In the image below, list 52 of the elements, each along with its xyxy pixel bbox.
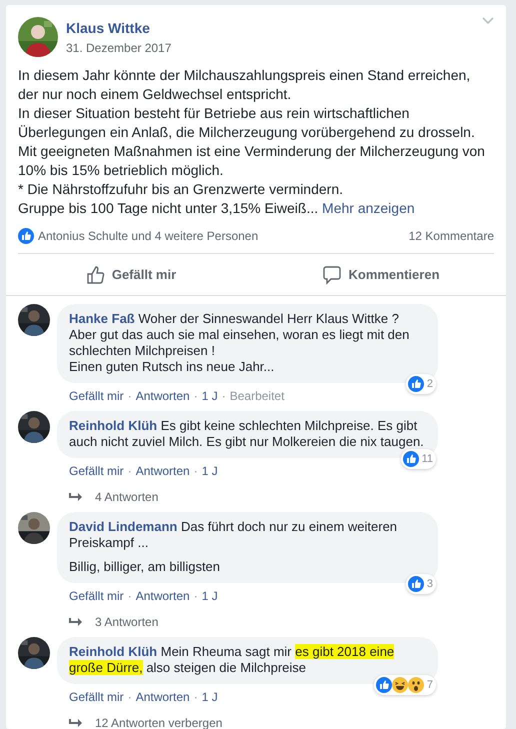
thumbs-up-icon: [86, 264, 106, 284]
like-link[interactable]: Gefällt mir: [69, 464, 124, 478]
post-text: * Die Nährstoffzufuhr bis an Grenzwerte vermindern.: [18, 180, 344, 199]
separator-dot: ·: [194, 464, 198, 478]
comment-text: Billig, billiger, am billigsten: [69, 559, 222, 575]
comment-text: Hanke Faß Woher der Sinneswandel Herr Klaus Wittke ? Aber gut das auch sie mal einsehen, woran es liegt mit den schlechten Milchpreisen ! Einen guten Rutsch ins neue Jahr...: [69, 311, 410, 375]
comment-text: David Lindemann Das führt doch nur zu einem weiteren Preiskampf ...: [69, 519, 398, 551]
post-text: In diesem Jahr könnte der Milchauszahlungspreis einen Stand erreichen, der nur noch einem Geldwechsel entspricht.: [18, 66, 472, 104]
reply-arrow-icon: [69, 617, 83, 627]
separator-dot: ·: [128, 464, 132, 478]
separator-dot: ·: [194, 690, 198, 704]
like-link[interactable]: Gefällt mir: [69, 589, 124, 603]
more-link[interactable]: Mehr anzeigen: [322, 200, 415, 216]
like-link[interactable]: Gefällt mir: [69, 690, 124, 704]
edited-label: Bearbeitet: [230, 389, 284, 403]
post-text: Gruppe bis 100 Tage nicht unter 3,15% Eiweiß... Mehr anzeigen: [18, 199, 416, 218]
timestamp[interactable]: 1 J: [202, 690, 218, 704]
reply-link[interactable]: Antworten: [136, 690, 190, 704]
separator-dot: ·: [128, 389, 132, 403]
commenter-name[interactable]: Hanke Faß: [69, 311, 135, 326]
timestamp[interactable]: 1 J: [202, 589, 218, 603]
reply-link[interactable]: Antworten: [136, 389, 190, 403]
speech-bubble-icon: [322, 264, 342, 284]
post-text: In dieser Situation besteht für Betriebe aus rein wirtschaftlichen Überlegungen ein Anlaß, die Milcherzeugung vorübergehend zu drosseln.: [18, 104, 476, 142]
commenter-name[interactable]: Reinhold Klüh: [69, 644, 158, 659]
author-name[interactable]: Klaus Wittke: [66, 20, 172, 36]
chevron-down-icon[interactable]: [482, 17, 494, 25]
separator-dot: ·: [194, 389, 198, 403]
like-link[interactable]: Gefällt mir: [69, 389, 124, 403]
separator-dot: ·: [128, 690, 132, 704]
likes-summary[interactable]: Antonius Schulte und 4 weitere Personen: [38, 229, 258, 243]
comment-count[interactable]: 12 Kommentare: [408, 229, 494, 243]
like-icon: [18, 228, 34, 244]
comment-button[interactable]: Kommentieren: [256, 254, 506, 295]
comment-text: Reinhold Klüh Mein Rheuma sagt mir es gibt 2018 eine große Dürre, also steigen die Milchpreise: [69, 644, 396, 676]
replies-link[interactable]: 4 Antworten: [69, 490, 494, 504]
separator-dot: ·: [222, 389, 226, 403]
commenter-name[interactable]: Reinhold Klüh: [69, 418, 158, 433]
timestamp[interactable]: 1 J: [202, 389, 218, 403]
reply-link[interactable]: Antworten: [136, 464, 190, 478]
commenter-name[interactable]: David Lindemann: [69, 519, 178, 534]
comment-text: Reinhold Klüh Es gibt keine schlechten Milchpreise. Es gibt auch nicht zuviel Milch. Es gibt nur Molkereien die nix taugen.: [69, 418, 425, 450]
like-button[interactable]: Gefällt mir: [6, 254, 256, 295]
reply-arrow-icon: [69, 718, 83, 728]
post-text: Mit geeigneten Maßnahmen ist eine Verminderung der Milcherzeugung von 10% bis 15% betrieblich möglich.: [18, 142, 486, 180]
replies-link[interactable]: 3 Antworten: [69, 615, 494, 629]
separator-dot: ·: [194, 589, 198, 603]
separator-dot: ·: [128, 589, 132, 603]
timestamp[interactable]: 1 J: [202, 464, 218, 478]
reply-arrow-icon: [69, 492, 83, 502]
reply-link[interactable]: Antworten: [136, 589, 190, 603]
post-date[interactable]: 31. Dezember 2017: [66, 41, 172, 55]
